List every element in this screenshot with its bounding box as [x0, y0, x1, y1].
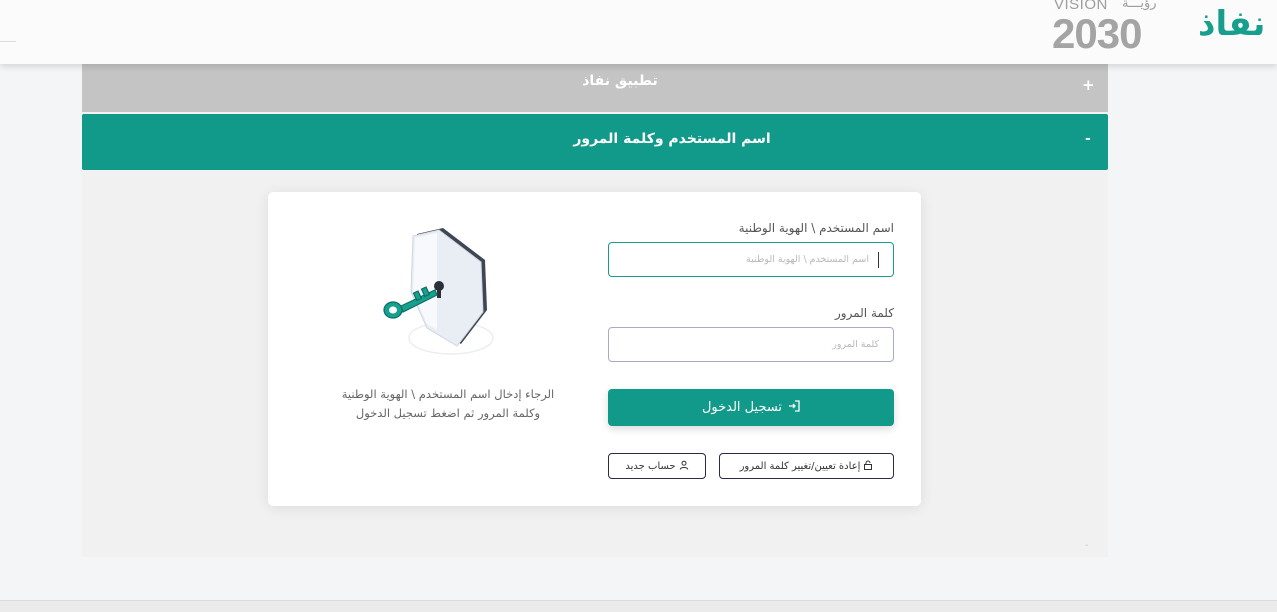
collapse-icon: - — [1085, 131, 1091, 147]
reset-password-label: إعادة تعيين/تغيير كلمة المرور — [739, 460, 861, 472]
login-button[interactable]: تسجيل الدخول — [608, 389, 894, 426]
instruction-line-1: الرجاء إدخال اسم المستخدم \ الهوية الوطن… — [341, 387, 555, 401]
username-label: اسم المستخدم \ الهوية الوطنية — [738, 221, 894, 235]
new-account-button[interactable]: حساب جديد — [608, 453, 706, 479]
lock-icon — [863, 460, 873, 473]
expand-icon: + — [1082, 76, 1095, 94]
collapsed-section-toggle: - — [1085, 540, 1089, 551]
accordion-header-username-password[interactable]: اسم المستخدم وكلمة المرور - — [82, 114, 1108, 170]
shield-key-icon — [373, 220, 523, 362]
login-card: اسم المستخدم \ الهوية الوطنية اسم المستخ… — [268, 192, 921, 506]
nafath-logo[interactable]: نفاذ — [1198, 4, 1266, 44]
reset-password-button[interactable]: إعادة تعيين/تغيير كلمة المرور — [719, 453, 894, 479]
vision-year: 2030 — [1052, 10, 1142, 57]
username-input[interactable]: اسم المستخدم \ الهوية الوطنية — [608, 242, 894, 277]
username-placeholder: اسم المستخدم \ الهوية الوطنية — [746, 254, 869, 265]
login-button-label: تسجيل الدخول — [701, 400, 783, 415]
text-caret — [878, 252, 879, 268]
instruction-line-2: وكلمة المرور ثم اضغط تسجيل الدخول — [355, 406, 541, 420]
login-instructions: الرجاء إدخال اسم المستخدم \ الهوية الوطن… — [308, 385, 588, 423]
vision-2030-logo: VISION رؤيـــة 2030 — [1050, 0, 1172, 57]
password-label: كلمة المرور — [834, 306, 894, 320]
password-input[interactable]: كلمة المرور — [608, 327, 894, 362]
accordion-title: تطبيق نفاذ — [582, 73, 658, 89]
password-placeholder: كلمة المرور — [832, 339, 879, 350]
footer — [0, 600, 1277, 612]
accordion-header-nafath-app[interactable]: تطبيق نفاذ + — [82, 64, 1108, 112]
user-icon — [679, 460, 689, 473]
new-account-label: حساب جديد — [625, 460, 676, 472]
top-bar: VISION رؤيـــة 2030 نفاذ — [0, 0, 1277, 64]
divider — [0, 41, 16, 42]
sign-in-icon — [788, 400, 800, 415]
